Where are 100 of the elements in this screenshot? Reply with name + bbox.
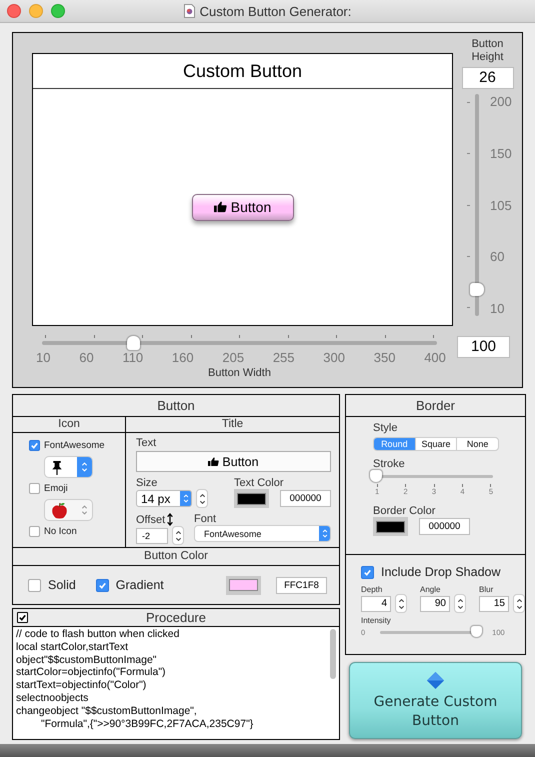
checkbox[interactable] bbox=[361, 566, 374, 578]
slider-thumb[interactable] bbox=[470, 283, 484, 296]
up-down-chevron-icon bbox=[398, 596, 404, 610]
column-header: Title bbox=[126, 417, 339, 433]
width-label: Button Width bbox=[207, 367, 272, 379]
generate-button[interactable]: Generate Custom Button bbox=[349, 662, 522, 739]
code-line: startColor=objectinfo("Formula") bbox=[16, 666, 167, 680]
number-field[interactable]: 4 bbox=[361, 596, 391, 612]
color-swatch[interactable] bbox=[226, 576, 261, 594]
title-text-field[interactable]: Button bbox=[136, 451, 331, 472]
code-line: object"$$customButtonImage" bbox=[16, 654, 158, 666]
tick-label: 110 bbox=[122, 350, 144, 365]
vertical-arrow-icon bbox=[167, 513, 174, 526]
size-popup[interactable]: 14 px bbox=[136, 490, 192, 507]
stepper[interactable] bbox=[196, 489, 208, 508]
style-segment[interactable]: Square bbox=[414, 438, 456, 450]
field-label: Blur bbox=[479, 585, 494, 594]
hex-field[interactable]: 000000 bbox=[280, 490, 331, 507]
thumbs-up-icon bbox=[208, 456, 220, 466]
zoom-button[interactable] bbox=[51, 4, 65, 18]
field-label: Intensity bbox=[361, 616, 392, 625]
window-title: Custom Button Generator: bbox=[200, 4, 352, 18]
height-slider[interactable] bbox=[470, 94, 484, 316]
up-down-chevron-icon bbox=[516, 596, 522, 610]
stepper[interactable] bbox=[513, 594, 525, 613]
offset-field[interactable]: -2 bbox=[136, 528, 168, 544]
height-label: Button Height bbox=[470, 38, 504, 64]
checkbox[interactable] bbox=[29, 483, 40, 494]
stepper[interactable] bbox=[395, 594, 407, 613]
stepper[interactable] bbox=[172, 526, 184, 545]
slider-thumb[interactable] bbox=[370, 470, 382, 482]
hex-field[interactable]: 000000 bbox=[419, 518, 470, 535]
code-line: // code to flash button when clicked bbox=[16, 628, 180, 641]
slider-thumb[interactable] bbox=[470, 626, 482, 637]
tick-label: 350 bbox=[374, 350, 396, 365]
checkbox-label: Include Drop Shadow bbox=[381, 565, 501, 579]
tick-label: 400 bbox=[424, 350, 446, 365]
scrollbar-thumb[interactable] bbox=[330, 629, 336, 679]
tick-label: 205 bbox=[222, 350, 244, 365]
font-popup[interactable]: FontAwesome bbox=[194, 525, 331, 542]
tick-label: 60 bbox=[79, 350, 94, 365]
minimize-button[interactable] bbox=[29, 4, 43, 18]
code-line: local startColor,startText bbox=[16, 640, 130, 654]
pushpin-icon bbox=[51, 460, 63, 474]
panel-title: Procedure bbox=[145, 610, 207, 625]
checkbox[interactable] bbox=[29, 440, 40, 451]
tick-label: 10 bbox=[490, 301, 506, 316]
field-label: Font bbox=[194, 513, 218, 525]
tick-label: 10 bbox=[36, 350, 50, 365]
code-editor[interactable] bbox=[13, 627, 339, 739]
field-label: Border Color bbox=[373, 505, 436, 517]
tick-label: 60 bbox=[490, 249, 506, 264]
tick-label: 150 bbox=[490, 146, 513, 161]
section-header: Button Color bbox=[13, 548, 339, 566]
field-label: Angle bbox=[420, 585, 442, 594]
number-field[interactable]: 15 bbox=[479, 596, 509, 612]
checkbox-label: Emoji bbox=[44, 483, 68, 494]
code-line: startText=objectinfo("Color") bbox=[16, 679, 148, 692]
field-label: Offset bbox=[136, 514, 166, 526]
procedure-checkbox[interactable] bbox=[17, 612, 28, 623]
color-swatch[interactable] bbox=[234, 489, 269, 508]
checkbox-label: Gradient bbox=[116, 578, 164, 592]
checkbox[interactable] bbox=[28, 578, 41, 592]
tick-label: 160 bbox=[172, 350, 194, 365]
width-field[interactable]: 100 bbox=[457, 336, 510, 358]
stroke-slider[interactable] bbox=[373, 470, 493, 483]
checkmark-icon bbox=[30, 441, 39, 450]
diamond-icon bbox=[426, 670, 445, 690]
thumbs-up-icon bbox=[214, 201, 227, 213]
checkmark-icon bbox=[98, 580, 107, 590]
column-header: Icon bbox=[13, 417, 125, 433]
intensity-slider[interactable] bbox=[380, 626, 482, 638]
field-label: Size bbox=[136, 477, 158, 489]
checkmark-icon bbox=[18, 613, 27, 622]
close-button[interactable] bbox=[7, 4, 21, 18]
checkbox-label: FontAwesome bbox=[44, 440, 105, 451]
tick-label: 200 bbox=[490, 94, 513, 109]
number-field[interactable]: 90 bbox=[420, 596, 450, 612]
color-swatch[interactable] bbox=[373, 517, 408, 536]
tick-label: 105 bbox=[490, 198, 513, 212]
field-label: Text bbox=[136, 437, 158, 449]
field-label: Depth bbox=[361, 585, 384, 594]
preview-button[interactable]: Button bbox=[192, 194, 294, 220]
style-segment[interactable]: None bbox=[456, 438, 498, 450]
checkmark-icon bbox=[363, 568, 372, 576]
code-line: changeobject "$$customButtonImage", bbox=[16, 704, 198, 718]
hex-field[interactable]: FFC1F8 bbox=[276, 576, 327, 594]
up-down-chevron-icon bbox=[198, 492, 206, 506]
width-slider[interactable] bbox=[42, 336, 437, 350]
field-label: Stroke bbox=[373, 458, 406, 470]
slider-thumb[interactable] bbox=[126, 336, 140, 350]
stepper[interactable] bbox=[454, 594, 466, 613]
field-label: Text Color bbox=[234, 477, 285, 489]
up-down-chevron-icon bbox=[174, 528, 182, 542]
checkbox[interactable] bbox=[96, 578, 109, 592]
icon-popup[interactable] bbox=[45, 457, 92, 477]
tick-label: 255 bbox=[272, 350, 295, 365]
checkbox[interactable] bbox=[29, 526, 40, 537]
checkbox-label: Solid bbox=[48, 578, 76, 592]
height-field[interactable]: 26 bbox=[462, 67, 514, 89]
